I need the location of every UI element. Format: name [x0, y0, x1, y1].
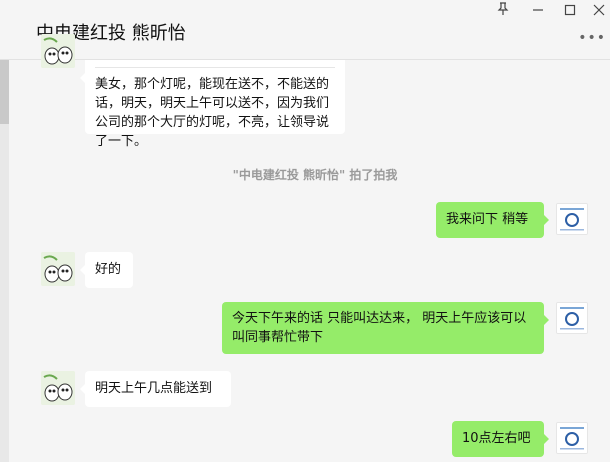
message-text: 好的	[95, 262, 122, 277]
contact-avatar[interactable]	[41, 371, 75, 405]
message-text: 我来问下 稍等	[446, 212, 529, 227]
minimize-icon[interactable]	[523, 2, 553, 24]
message-text: 10点左右吧	[462, 431, 531, 446]
message-bubble-sent[interactable]: 今天下午来的话 只能叫达达来， 明天上午应该可以叫同事帮忙带下	[222, 302, 549, 354]
my-avatar[interactable]	[556, 203, 588, 235]
my-avatar[interactable]	[556, 302, 588, 334]
more-dots-icon[interactable]: •••	[578, 30, 606, 46]
my-avatar[interactable]	[556, 422, 588, 454]
message-text: 今天下午来的话 只能叫达达来， 明天上午应该可以叫同事帮忙带下	[232, 311, 527, 345]
close-icon[interactable]	[584, 2, 610, 24]
message-bubble-sent[interactable]: 我来问下 稍等	[436, 202, 549, 238]
message-text: 美女，那个灯呢，能现在送不，不能送的话，明天，明天上午可以送不，因为我们公司的那…	[95, 77, 330, 149]
message-text: 明天上午几点能送到	[95, 381, 213, 396]
scrollbar-thumb[interactable]	[0, 60, 9, 124]
maximize-icon[interactable]	[555, 2, 585, 24]
pin-icon[interactable]	[488, 2, 518, 24]
message-bubble-sent[interactable]: 10点左右吧	[452, 421, 549, 457]
contact-avatar[interactable]	[41, 34, 75, 68]
message-bubble-received[interactable]: 美女，那个灯呢，能现在送不，不能送的话，明天，明天上午可以送不，因为我们公司的那…	[80, 60, 345, 149]
contact-avatar[interactable]	[41, 252, 75, 286]
title-bar: 中电建红投 熊昕怡 •••	[0, 0, 610, 60]
message-bubble-received[interactable]: 明天上午几点能送到	[80, 371, 231, 407]
quote-divider	[95, 67, 335, 68]
message-bubble-received[interactable]: 好的	[80, 252, 133, 288]
pat-notice: "中电建红投 熊昕怡" 拍了拍我	[232, 168, 398, 182]
